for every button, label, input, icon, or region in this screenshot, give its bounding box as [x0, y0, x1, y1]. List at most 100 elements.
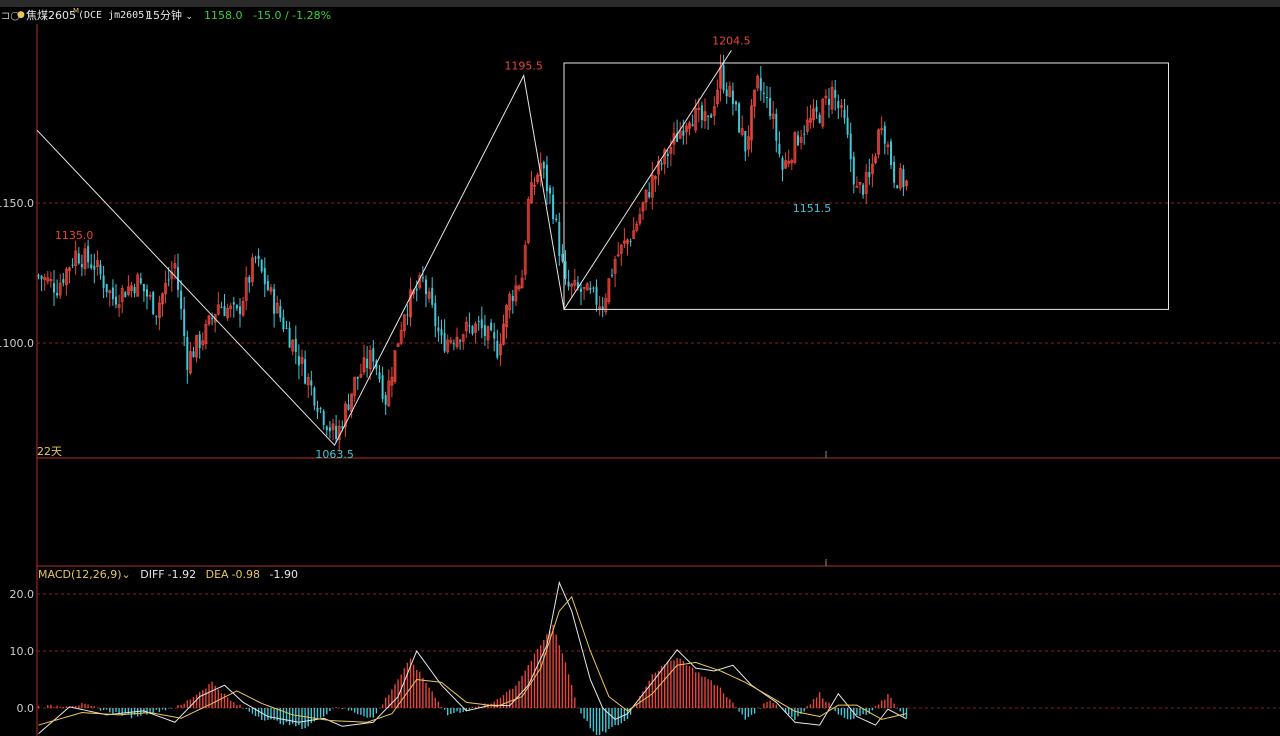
candle-body	[322, 411, 325, 426]
candle-body	[260, 260, 263, 272]
chart-header: ⊐○ ● 焦煤2605 M (DCE jm2605) 15分钟 ⌄ 1158.0…	[0, 7, 1280, 24]
grid-lines	[37, 202, 1280, 709]
candle-body	[124, 292, 127, 298]
candle-body	[542, 161, 545, 169]
candle-body	[738, 103, 741, 133]
candle-body	[852, 156, 855, 185]
candle-body	[115, 296, 117, 305]
candle-body	[328, 427, 331, 432]
candle-body	[223, 305, 226, 316]
diff-line	[38, 580, 907, 735]
candle-body	[142, 284, 145, 292]
candle-body	[552, 194, 555, 220]
candle-body	[468, 325, 471, 327]
candle-body	[437, 327, 440, 332]
candle-body	[490, 322, 493, 331]
symbol-name[interactable]: 焦煤2605	[26, 7, 76, 24]
candle-body	[198, 334, 201, 349]
candle-body	[759, 78, 762, 91]
candle-body	[133, 286, 136, 294]
candle-body	[452, 343, 455, 345]
macd-value: -1.90	[269, 568, 298, 581]
candle-body	[549, 187, 551, 194]
candle-body	[257, 255, 260, 260]
candle-body	[273, 288, 276, 314]
price-annotation: 1063.5	[315, 448, 354, 461]
price-tick-label: 1100.0	[0, 337, 34, 350]
candle-body	[325, 426, 328, 431]
diff-value: -1.92	[167, 568, 197, 581]
candle-body	[691, 124, 694, 127]
candle-body	[611, 274, 613, 276]
candle-body	[762, 92, 765, 94]
candle-body	[71, 264, 74, 266]
candle-body	[769, 98, 772, 116]
candle-body	[87, 245, 90, 263]
candle-body	[440, 329, 443, 336]
candle-body	[90, 264, 93, 269]
candle-body	[282, 317, 285, 330]
price-tick-label: 1150.0	[0, 197, 34, 210]
chart-frame	[36, 24, 1280, 736]
candle-body	[778, 143, 781, 154]
candle-body	[781, 158, 784, 170]
candle-body	[803, 133, 806, 135]
macd-legend[interactable]: MACD(12,26,9)⌄ DIFF -1.92 DEA -0.98 -1.90	[38, 567, 304, 582]
candle-body	[347, 404, 350, 410]
candle-body	[558, 221, 561, 256]
candle-body	[285, 327, 288, 329]
candle-body	[378, 372, 381, 380]
candle-body	[629, 241, 632, 243]
candlestick-series[interactable]	[37, 54, 908, 452]
candle-body	[710, 114, 713, 118]
candle-body	[555, 218, 558, 221]
chart-canvas[interactable]: 1150.0 1100.0 20.0 10.0 0.0 1135.0 1063.5 1195…	[0, 24, 1280, 736]
candle-body	[828, 98, 830, 105]
candle-body	[567, 281, 570, 287]
candle-body	[797, 135, 799, 146]
candle-body	[545, 164, 548, 192]
macd-tick-label: 0.0	[17, 702, 35, 715]
candle-body	[849, 133, 852, 160]
candle-body	[846, 117, 849, 135]
candle-body	[211, 318, 214, 320]
candle-body	[40, 275, 43, 279]
candle-body	[493, 332, 496, 339]
candle-body	[744, 131, 747, 152]
candle-body	[310, 380, 313, 386]
candle-body	[477, 320, 480, 322]
candle-body	[180, 290, 183, 309]
price-annotation: 1204.5	[712, 34, 751, 47]
candle-body	[837, 101, 840, 109]
candle-body	[890, 141, 892, 166]
candle-body	[434, 303, 437, 326]
candle-body	[248, 276, 251, 283]
candle-body	[335, 425, 338, 439]
price-annotation: 1151.5	[793, 202, 832, 215]
candle-body	[294, 338, 297, 352]
diff-label: DIFF	[140, 568, 165, 581]
candle-body	[893, 161, 896, 183]
candle-body	[366, 358, 369, 368]
chevron-down-icon[interactable]: ⌄	[122, 568, 131, 581]
candle-body	[868, 171, 871, 178]
drawing-overlay[interactable]	[36, 50, 1169, 447]
candle-body	[235, 305, 238, 309]
price-annotation: 1195.5	[504, 60, 543, 73]
candle-body	[167, 279, 170, 281]
candle-body	[93, 265, 96, 270]
candle-body	[561, 253, 564, 262]
candle-body	[111, 287, 114, 300]
macd-label[interactable]: MACD(12,26,9)	[38, 568, 122, 581]
candle-body	[902, 169, 905, 187]
macd-lines	[38, 580, 907, 735]
candle-body	[775, 113, 778, 141]
candle-body	[316, 407, 319, 412]
window-top-bar	[0, 0, 1280, 7]
candle-body	[580, 288, 582, 292]
candle-body	[883, 125, 886, 144]
candle-body	[304, 359, 307, 384]
candle-body	[421, 277, 424, 279]
candle-body	[105, 283, 108, 293]
candle-body	[725, 89, 728, 97]
